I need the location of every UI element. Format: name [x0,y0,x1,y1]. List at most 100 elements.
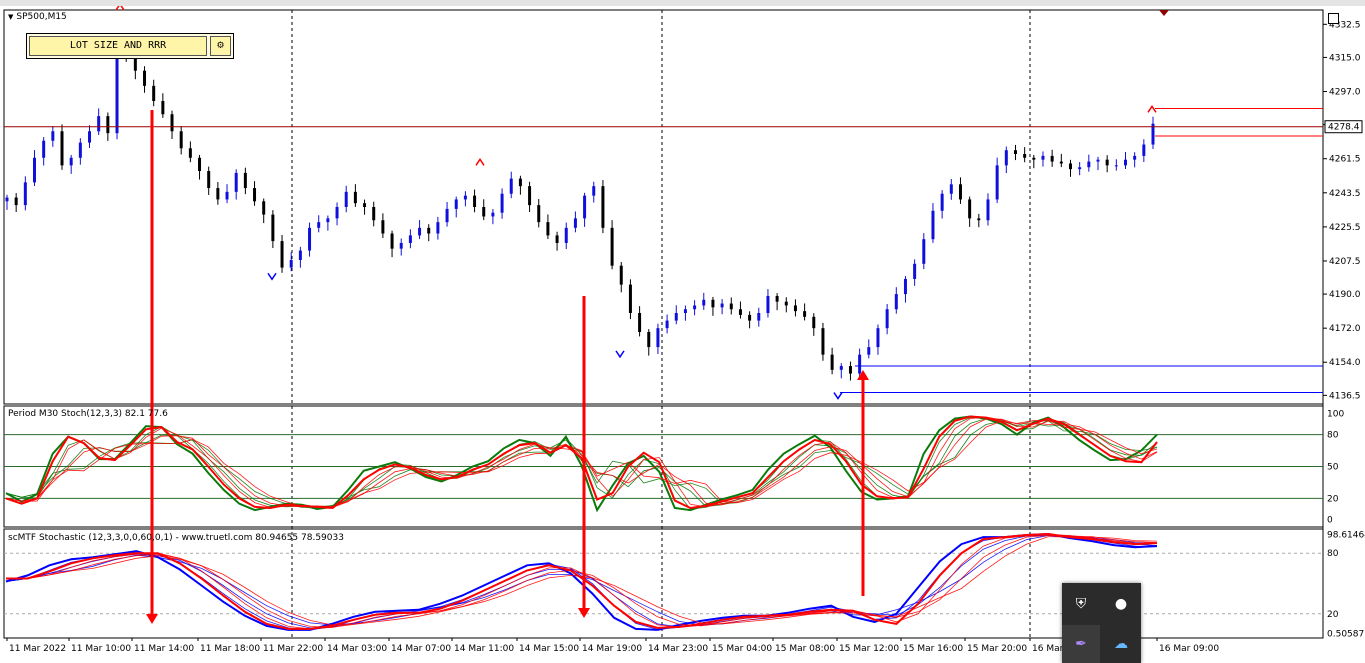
candle-body [308,227,312,251]
candle-body [69,157,73,166]
stoch-tick-label: 50 [1327,463,1339,473]
time-tick-label: 15 Mar 04:00 [712,644,772,654]
candle-body [188,148,192,158]
time-tick-label: 11 Mar 18:00 [200,644,260,654]
candle-body [170,114,174,132]
pen-icon[interactable]: ✒ [1062,625,1100,663]
candle-body [858,354,862,374]
stoch-tick-label: 80 [1327,431,1339,441]
price-tick-label: 4297.0 [1329,88,1361,98]
candle-body [903,278,907,295]
candle-body [97,116,101,132]
time-tick-label: 16 Mar 09:00 [1159,644,1219,654]
candle-body [363,203,367,207]
candle-body [775,295,779,302]
candle-body [647,331,651,348]
candle-body [546,222,550,236]
candle-body [720,303,724,308]
shield-check-icon[interactable]: ⛨ [1062,585,1100,623]
candle-body [33,157,37,183]
candle-body [537,205,541,223]
candle-body [88,131,92,143]
candle-body [528,186,532,206]
price-tick-label: 4225.5 [1329,223,1361,233]
candle-body [803,311,807,317]
candle-body [317,222,321,228]
stoch-tick-label: 20 [1327,494,1339,504]
candle-body [399,242,403,249]
candle-body [216,188,220,200]
candle-body [152,85,156,101]
candle-body [344,191,348,207]
candle-body [1087,161,1091,168]
candle-body [793,305,797,312]
candle-body [757,313,761,321]
candle-body [1096,159,1100,162]
candle-body [1068,163,1072,170]
microphone-icon[interactable]: ● [1102,585,1140,623]
price-tick-label: 4172.0 [1329,324,1361,334]
candle-body [583,195,587,219]
candle-body [885,309,889,329]
candle [115,46,119,140]
time-tick-label: 15 Mar 20:00 [967,644,1027,654]
candle-body [436,222,440,234]
candle-body [262,201,266,215]
candle-body [812,316,816,329]
candle-body [766,295,770,314]
candle-body [225,191,229,200]
candle-body [390,233,394,249]
candle-body [1142,144,1146,156]
price-tick-label: 4243.5 [1329,189,1361,199]
candle-body [628,284,632,314]
stoch-tick-label: 100 [1327,409,1344,419]
price-tick-label: 4315.0 [1329,53,1361,63]
candle-body [610,227,614,266]
time-tick-label: 15 Mar 12:00 [839,644,899,654]
candle-body [1078,167,1082,170]
candle-body [454,199,458,209]
price-tick-label: 4190.0 [1329,290,1361,300]
candle-body [977,218,981,221]
candle-body [738,309,742,315]
time-tick-label: 14 Mar 07:00 [391,644,451,654]
candle-body [1105,159,1109,166]
lot-size-panel: LOT SIZE AND RRR ⚙ [26,33,234,59]
candle-body [830,354,834,370]
candle-body [353,191,357,204]
candle-body [1023,153,1027,158]
candle-body [665,320,669,329]
time-tick-label: 14 Mar 19:00 [582,644,642,654]
candle-body [1050,155,1054,162]
candle-body [271,214,275,242]
candle-body [555,235,559,243]
candle-body [876,328,880,348]
candle-body [922,239,926,264]
candle-body [913,263,917,279]
candle-body [693,305,697,310]
mtf-tick-label: 20 [1327,610,1339,620]
price-tick-label: 4136.5 [1329,391,1361,401]
lot-size-button[interactable]: LOT SIZE AND RRR [29,36,207,56]
mtf-stoch-indicator-label: scMTF Stochastic (12,3,3,0,0,60,0,1) - w… [8,533,344,543]
candle-body [592,186,596,196]
candle-body [601,186,605,228]
time-tick-label: 14 Mar 11:00 [454,644,514,654]
cloud-icon[interactable]: ☁ [1102,625,1140,663]
candle-body [106,116,110,134]
candle-body [207,171,211,189]
candle-body [23,182,27,206]
window-corner-toggle[interactable] [1328,13,1339,24]
pane-frame-0 [3,9,1324,405]
candle-body [619,265,623,285]
candle-body [445,208,449,223]
candle-body [335,207,339,219]
candle-body [381,220,385,234]
candle-body [1133,155,1137,160]
candle-body [1059,161,1063,164]
candle-body [5,197,9,202]
candle-body [509,178,513,194]
settings-icon[interactable]: ⚙ [210,36,231,56]
chart-canvas: 4332.54315.04297.04279.54261.54243.54225… [0,6,1365,663]
candle-body [683,309,687,314]
